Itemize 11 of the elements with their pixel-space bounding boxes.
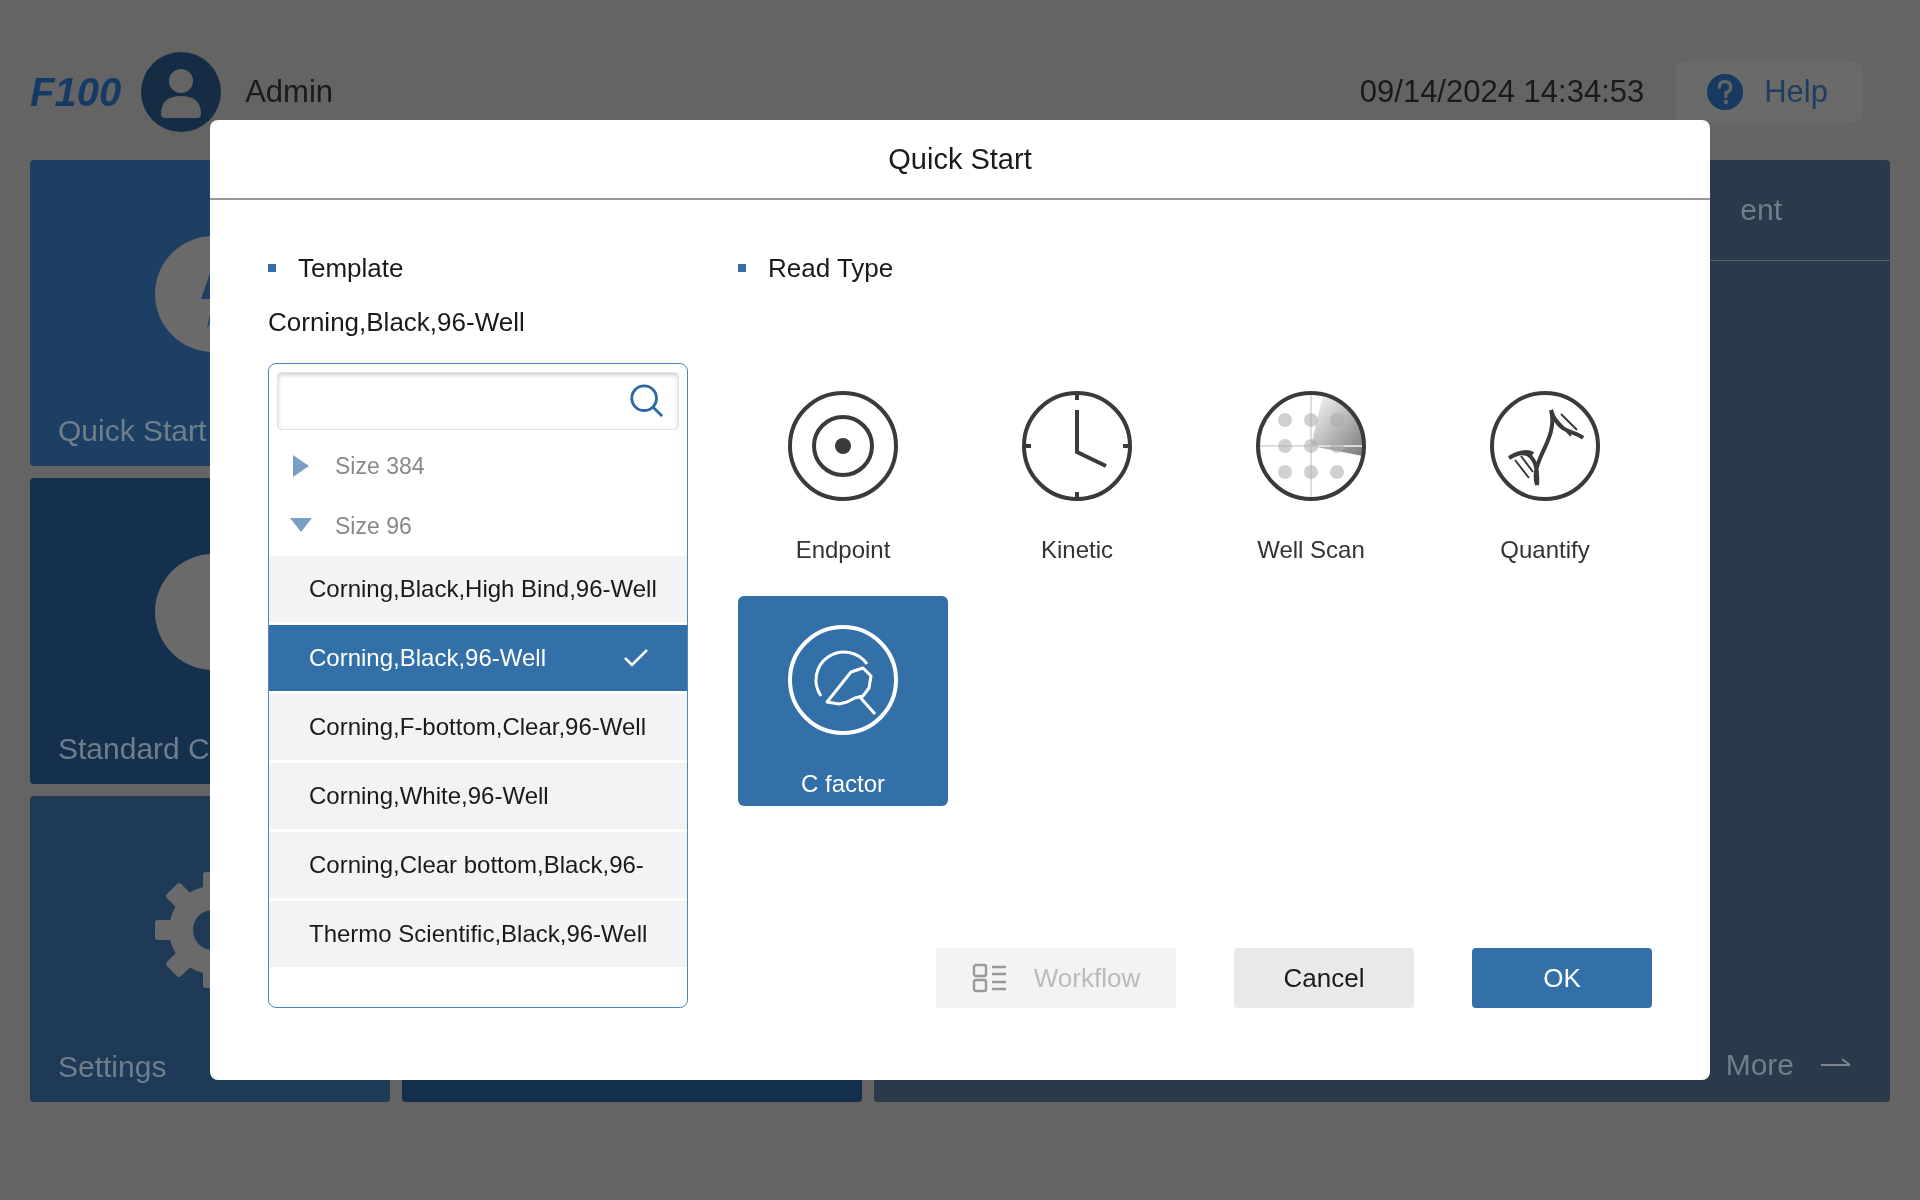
section-heading: Template (298, 252, 404, 284)
section-heading: Read Type (768, 252, 894, 284)
tile-label: Standard C (58, 732, 211, 766)
current-template: Corning,Black,96-Well (268, 307, 526, 339)
tile-label: Settings (58, 1050, 168, 1084)
date-time: 09/14/2024 14:34:53 (1359, 74, 1645, 110)
user-name: Admin (245, 74, 334, 110)
dialog-title: Quick Start (888, 142, 1032, 176)
panel-title: ent (1740, 193, 1782, 227)
app-logo: F100 (30, 69, 122, 115)
tile-label: Quick Start (58, 414, 208, 448)
